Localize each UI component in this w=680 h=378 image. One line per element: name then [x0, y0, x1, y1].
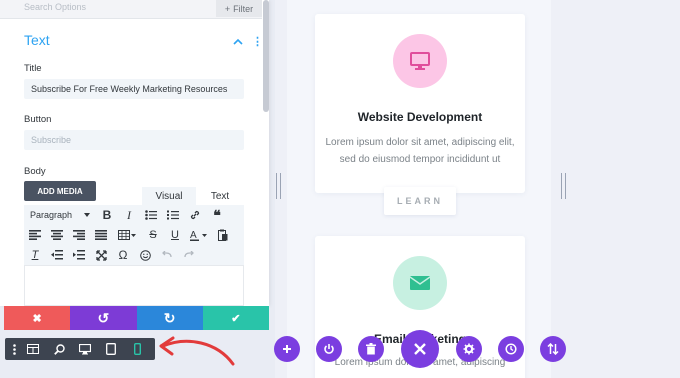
phone-view-icon[interactable] — [124, 338, 150, 360]
card-title: Website Development — [357, 110, 483, 124]
envelope-icon — [409, 276, 431, 290]
close-icon — [414, 343, 426, 355]
align-center-icon[interactable] — [46, 225, 68, 245]
discard-button[interactable]: ✖ — [4, 306, 71, 330]
undo-icon[interactable] — [156, 245, 178, 265]
title-label: Title — [24, 63, 42, 74]
card-text: Lorem ipsum dolor sit amet, adipiscing e… — [325, 137, 515, 165]
bulleted-list-icon[interactable] — [140, 205, 162, 225]
add-button[interactable] — [274, 336, 300, 362]
strikethrough-icon[interactable]: S — [142, 225, 164, 245]
body-label: Body — [24, 166, 46, 177]
paragraph-select-value: Paragraph — [30, 210, 73, 220]
svg-text:A: A — [190, 230, 197, 241]
special-char-icon[interactable]: Ω — [112, 245, 134, 265]
resize-handle-right[interactable] — [561, 173, 567, 199]
clear-format-icon[interactable]: T — [24, 245, 46, 265]
add-media-button[interactable]: ADD MEDIA — [24, 181, 96, 201]
search-input[interactable]: Search Options — [24, 2, 86, 12]
settings-button[interactable] — [456, 336, 482, 362]
save-button[interactable]: ✔ — [202, 306, 269, 330]
text-color-icon[interactable]: A — [186, 225, 212, 245]
paragraph-select[interactable]: Paragraph — [24, 205, 96, 225]
plus-icon: + — [224, 3, 231, 14]
resize-handle-left[interactable] — [276, 173, 282, 199]
power-button[interactable] — [316, 336, 342, 362]
undo-button[interactable]: ↺ — [70, 306, 137, 330]
caret-down-icon — [84, 213, 90, 217]
bold-icon[interactable]: B — [96, 205, 118, 225]
history-button[interactable] — [498, 336, 524, 362]
portability-icon — [547, 343, 559, 355]
desktop-view-icon[interactable] — [72, 338, 98, 360]
service-card: Website Development Lorem ipsum dolor si… — [315, 14, 525, 193]
numbered-list-icon[interactable] — [162, 205, 184, 225]
italic-icon[interactable]: I — [118, 205, 140, 225]
link-icon[interactable] — [184, 205, 206, 225]
align-left-icon[interactable] — [24, 225, 46, 245]
panel-action-bar: ✖ ↺ ↻ ✔ — [4, 306, 269, 330]
zoom-icon[interactable] — [46, 338, 72, 360]
fullscreen-icon[interactable] — [90, 245, 112, 265]
indent-icon[interactable] — [46, 245, 68, 265]
redo-button[interactable]: ↻ — [136, 306, 203, 330]
filter-button[interactable]: + Filter — [216, 0, 262, 17]
body-editor-area[interactable] — [24, 265, 244, 306]
blockquote-icon[interactable]: ❝ — [206, 205, 228, 225]
section-title[interactable]: Text — [24, 32, 50, 48]
outdent-icon[interactable] — [68, 245, 90, 265]
check-icon: ✔ — [231, 312, 241, 325]
tab-text[interactable]: Text — [196, 187, 244, 205]
editor-toolbar: Paragraph B I ❝ S U A T Ω — [24, 205, 244, 265]
trash-button[interactable] — [358, 336, 384, 362]
underline-icon[interactable]: U — [164, 225, 186, 245]
annotation-arrow — [159, 336, 235, 366]
redo-icon[interactable] — [178, 245, 200, 265]
trash-icon — [366, 343, 376, 355]
search-options-bar: Search Options + Filter — [0, 0, 262, 19]
table-icon[interactable] — [112, 225, 142, 245]
more-options-icon[interactable]: ⋮ — [252, 35, 263, 48]
filter-label: Filter — [233, 3, 254, 14]
wireframe-icon[interactable] — [20, 338, 46, 360]
view-mode-bar — [5, 338, 155, 360]
emoji-icon[interactable] — [134, 245, 156, 265]
settings-panel: Search Options + Filter Text ⋮ Title Sub… — [0, 0, 269, 306]
history-icon — [505, 343, 517, 355]
add-icon — [283, 345, 291, 353]
close-builder-button[interactable] — [401, 330, 439, 368]
button-label: Button — [24, 114, 52, 125]
settings-icon — [463, 343, 475, 355]
justify-icon[interactable] — [90, 225, 112, 245]
redo-icon: ↻ — [163, 309, 176, 326]
card-icon-circle — [393, 256, 447, 310]
card-icon-circle — [393, 34, 447, 88]
paste-icon[interactable] — [212, 225, 234, 245]
button-text-field[interactable]: Subscribe — [24, 130, 244, 150]
title-field[interactable]: Subscribe For Free Weekly Marketing Reso… — [24, 79, 244, 99]
undo-icon: ↺ — [97, 309, 110, 326]
tab-visual[interactable]: Visual — [142, 187, 196, 205]
close-icon: ✖ — [32, 312, 42, 325]
learn-button[interactable]: LEARN — [384, 187, 456, 215]
power-icon — [324, 344, 334, 354]
monitor-icon — [410, 52, 430, 70]
menu-dots-icon[interactable] — [8, 338, 20, 360]
align-right-icon[interactable] — [68, 225, 90, 245]
chevron-up-icon[interactable] — [233, 38, 243, 46]
panel-scrollbar[interactable] — [263, 0, 269, 112]
tablet-view-icon[interactable] — [98, 338, 124, 360]
portability-button[interactable] — [540, 336, 566, 362]
